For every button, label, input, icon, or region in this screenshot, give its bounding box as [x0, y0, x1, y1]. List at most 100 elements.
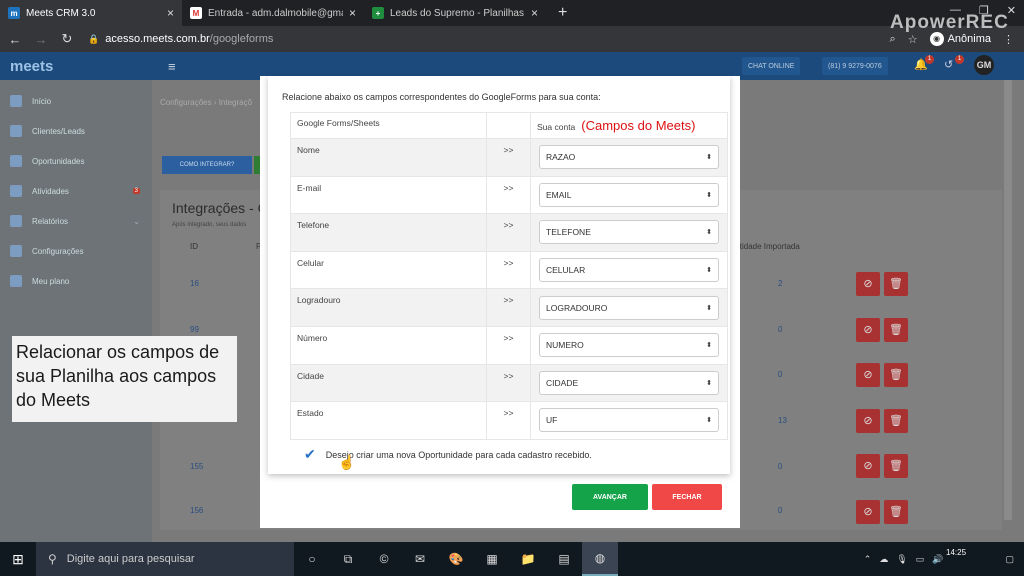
- close-tab-icon[interactable]: ×: [531, 6, 538, 20]
- target-field-select[interactable]: RAZAO ⬍: [539, 145, 719, 170]
- disable-icon[interactable]: ⊘: [856, 454, 880, 478]
- trash-icon[interactable]: 🗑: [884, 409, 908, 433]
- target-field-select[interactable]: LOGRADOURO ⬍: [539, 295, 719, 320]
- close-tab-icon[interactable]: ×: [167, 6, 174, 20]
- page-scrollbar[interactable]: [1004, 80, 1012, 520]
- microphone-icon[interactable]: 🎙: [896, 554, 907, 565]
- mapping-row: Estado >> UF ⬍: [290, 401, 728, 440]
- excel-icon[interactable]: ▤: [546, 542, 582, 576]
- como-integrar-button[interactable]: COMO INTEGRAR?: [162, 156, 252, 174]
- reload-icon[interactable]: ↻: [56, 31, 78, 47]
- hamburger-menu-icon[interactable]: ≡: [168, 59, 176, 74]
- profile-button[interactable]: ◉ Anônima: [929, 32, 991, 46]
- mail-icon[interactable]: ✉: [402, 542, 438, 576]
- googleforms-mapping-modal: Relacione abaixo os campos correspondent…: [260, 76, 740, 528]
- whatsapp-button[interactable]: (81) 9 9279-0076: [822, 57, 888, 75]
- row-id[interactable]: 155: [190, 462, 203, 471]
- disable-icon[interactable]: ⊘: [856, 409, 880, 433]
- target-field-select[interactable]: EMAIL ⬍: [539, 182, 719, 207]
- trash-icon[interactable]: 🗑: [884, 318, 908, 342]
- row-id[interactable]: 99: [190, 325, 199, 334]
- network-icon[interactable]: ▭: [916, 554, 925, 565]
- forward-icon[interactable]: →: [30, 32, 52, 47]
- trash-icon[interactable]: 🗑: [884, 500, 908, 524]
- breadcrumb: Configurações › Integraçõ: [160, 98, 253, 107]
- zoom-icon[interactable]: ⌕: [890, 33, 896, 46]
- avancar-label: AVANÇAR: [593, 493, 627, 501]
- chart-icon: [10, 215, 22, 227]
- sidebar-item-clientes[interactable]: Clientes/Leads: [0, 116, 152, 146]
- trash-icon[interactable]: 🗑: [884, 363, 908, 387]
- sidebar-item-oportunidades[interactable]: Oportunidades: [0, 146, 152, 176]
- arrow-label: >>: [486, 175, 531, 215]
- select-arrows-icon: ⬍: [706, 379, 712, 387]
- chat-online-button[interactable]: CHAT ONLINE: [742, 57, 801, 75]
- app-c-icon[interactable]: ©: [366, 542, 402, 576]
- tutorial-annotation: Relacionar os campos de sua Planilha aos…: [12, 336, 237, 422]
- url-field[interactable]: 🔒 acesso.meets.com.br /googleforms: [88, 33, 273, 45]
- cortana-icon[interactable]: ○: [294, 542, 330, 576]
- new-tab-button[interactable]: +: [558, 4, 567, 22]
- target-field-select[interactable]: TELEFONE ⬍: [539, 220, 719, 245]
- mapping-row: Celular >> CELULAR ⬍: [290, 250, 728, 290]
- bookmark-star-icon[interactable]: ☆: [908, 33, 918, 46]
- windows-start-icon[interactable]: ⊞: [0, 551, 36, 568]
- disable-icon[interactable]: ⊘: [856, 500, 880, 524]
- menu-dots-icon[interactable]: ⋮: [1003, 33, 1014, 46]
- volume-icon[interactable]: 🔊: [932, 554, 943, 565]
- target-field-select[interactable]: NUMERO ⬍: [539, 333, 719, 358]
- row-id[interactable]: 16: [190, 279, 199, 288]
- col-arrow: [486, 112, 531, 139]
- taskbar-clock[interactable]: 14:25: [946, 548, 966, 557]
- file-explorer-icon[interactable]: 📁: [510, 542, 546, 576]
- target-field-select[interactable]: UF ⬍: [539, 408, 719, 433]
- target-field-select[interactable]: CIDADE ⬍: [539, 370, 719, 395]
- avatar[interactable]: GM: [974, 55, 994, 75]
- source-field: Telefone: [290, 213, 487, 252]
- sidebar-item-label: Meu plano: [32, 276, 70, 286]
- trash-icon[interactable]: 🗑: [884, 272, 908, 296]
- annotation-line: Relacionar os campos de: [16, 342, 220, 362]
- notifications-icon[interactable]: ▢: [1005, 554, 1014, 565]
- search-icon: ⚲: [48, 552, 57, 566]
- tab-sheets[interactable]: + Leads do Supremo - Planilhas Go ×: [364, 0, 546, 26]
- chrome-icon[interactable]: ◍: [582, 542, 618, 576]
- row-qtd: 0: [778, 462, 783, 471]
- select-arrows-icon: ⬍: [706, 342, 712, 350]
- chevron-down-icon: ⌄: [133, 216, 140, 226]
- history-icon[interactable]: ↺: [944, 58, 953, 71]
- back-icon[interactable]: ←: [4, 32, 26, 47]
- trash-icon[interactable]: 🗑: [884, 454, 908, 478]
- select-value: EMAIL: [546, 189, 572, 200]
- disable-icon[interactable]: ⊘: [856, 363, 880, 387]
- col-sua-conta: Sua conta (Campos do Meets): [530, 112, 728, 139]
- mapping-row: E-mail >> EMAIL ⬍: [290, 175, 728, 215]
- task-view-icon[interactable]: ⧉: [330, 542, 366, 576]
- sidebar-item-relatorios[interactable]: Relatórios ⌄: [0, 206, 152, 236]
- mapping-row: Telefone >> TELEFONE ⬍: [290, 213, 728, 252]
- fechar-button[interactable]: FECHAR: [652, 484, 722, 510]
- calculator-icon[interactable]: ▦: [474, 542, 510, 576]
- paint-icon[interactable]: 🎨: [438, 542, 474, 576]
- chevron-up-icon[interactable]: ⌃: [864, 554, 872, 565]
- avancar-button[interactable]: AVANÇAR: [572, 484, 648, 510]
- row-id[interactable]: 156: [190, 506, 203, 515]
- cloud-icon[interactable]: ☁: [879, 554, 888, 565]
- tab-meets-crm[interactable]: m Meets CRM 3.0 ×: [0, 0, 182, 26]
- history-badge: 1: [955, 55, 964, 64]
- close-tab-icon[interactable]: ×: [349, 6, 356, 20]
- tab-gmail[interactable]: M Entrada - adm.dalmobile@gmail. ×: [182, 0, 364, 26]
- select-arrows-icon: ⬍: [706, 304, 712, 312]
- sidebar-item-configuracoes[interactable]: Configurações: [0, 236, 152, 266]
- sidebar-item-meu-plano[interactable]: Meu plano: [0, 266, 152, 296]
- disable-icon[interactable]: ⊘: [856, 272, 880, 296]
- target-field-select[interactable]: CELULAR ⬍: [539, 258, 719, 283]
- sidebar-item-atividades[interactable]: Atividades 3: [0, 176, 152, 206]
- arrow-label: >>: [486, 325, 531, 365]
- app-logo[interactable]: meets: [10, 58, 53, 75]
- mapping-row: Número >> NUMERO ⬍: [290, 325, 728, 365]
- sidebar-item-inicio[interactable]: Início: [0, 86, 152, 116]
- taskbar-search[interactable]: ⚲ Digite aqui para pesquisar: [36, 542, 294, 576]
- disable-icon[interactable]: ⊘: [856, 318, 880, 342]
- col-google-forms: Google Forms/Sheets: [290, 112, 487, 139]
